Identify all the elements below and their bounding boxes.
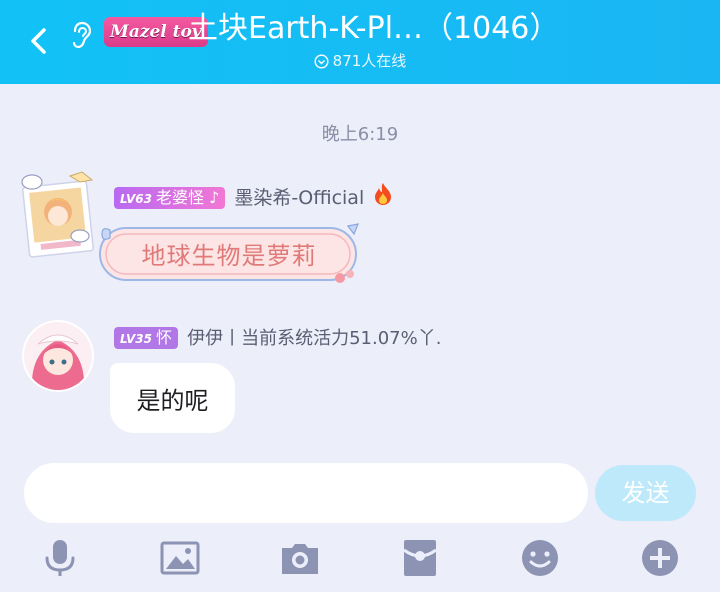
level-title-badge: LV35 怀 [114, 327, 178, 349]
message-text-1: 地球生物是萝莉 [141, 242, 317, 270]
message-input[interactable] [24, 463, 588, 523]
online-count-text: 871人在线 [332, 52, 407, 70]
sender-name[interactable]: 伊伊丨当前系统活力51.07%丫. [187, 328, 441, 349]
sender-meta-1: LV63 老婆怪 ♪ 墨染希-Official [114, 182, 393, 210]
red-packet-icon[interactable] [398, 536, 442, 580]
avatar-polaroid[interactable] [18, 170, 98, 258]
message-timestamp: 晚上6:19 [321, 124, 399, 145]
chat-header: Mazel tov 土块Earth-K-Pl…（1046） 871人在线 [0, 0, 720, 84]
level-title-badge: LV63 老婆怪 ♪ [114, 187, 226, 209]
avatar-image [24, 322, 92, 390]
sender-meta-2: LV35 怀 伊伊丨当前系统活力51.07%丫. [114, 324, 441, 350]
avatar[interactable] [24, 322, 92, 390]
microphone-icon[interactable] [38, 536, 82, 580]
level-text: LV63 [120, 192, 152, 206]
ear-icon[interactable] [68, 20, 94, 50]
member-title: 怀 [155, 328, 172, 347]
send-button[interactable]: 发送 [595, 465, 696, 521]
message-bubble[interactable]: 是的呢 [110, 363, 235, 433]
online-check-icon [314, 54, 329, 69]
member-title: 老婆怪 ♪ [155, 188, 220, 207]
level-text: LV35 [120, 332, 152, 346]
emoji-icon[interactable] [518, 536, 562, 580]
plus-icon[interactable] [638, 536, 682, 580]
image-icon[interactable] [158, 536, 202, 580]
camera-icon[interactable] [278, 536, 322, 580]
group-title[interactable]: 土块Earth-K-Pl…（1046） [188, 10, 559, 48]
sender-name[interactable]: 墨染希-Official [234, 187, 364, 209]
message-text-2: 是的呢 [136, 387, 209, 415]
fire-icon [375, 183, 392, 205]
online-count: 871人在线 [0, 50, 720, 71]
